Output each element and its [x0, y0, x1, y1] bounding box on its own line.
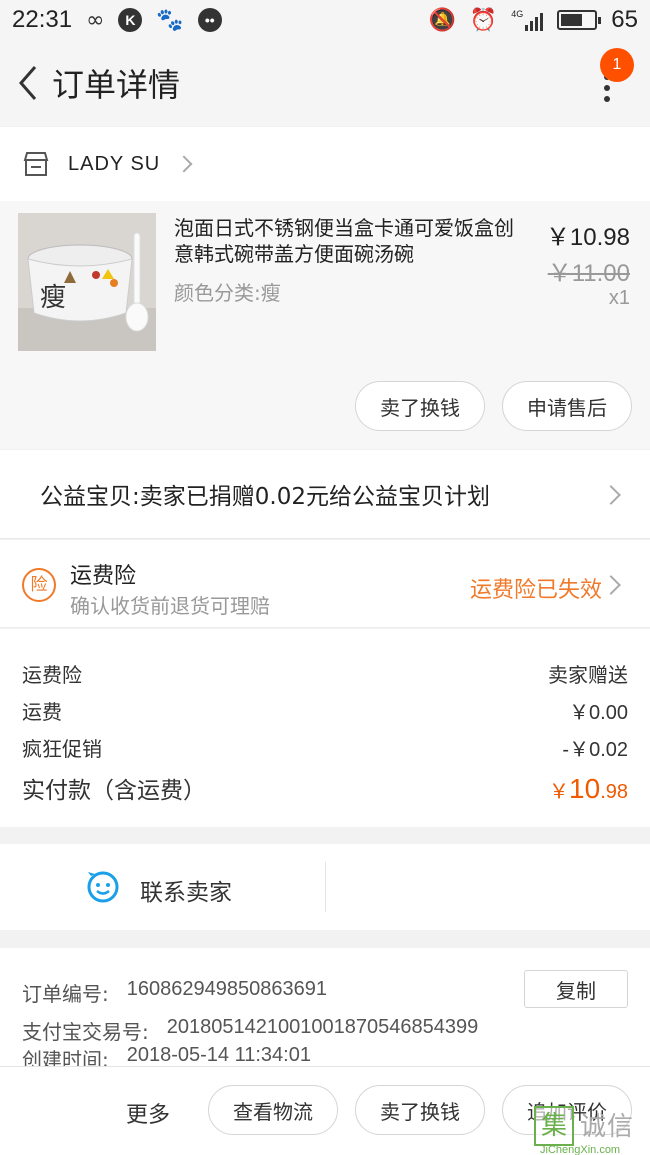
chat-app-icon: •• — [197, 8, 222, 32]
dot-icon — [604, 85, 610, 91]
shipping-insurance-row[interactable]: 险 运费险 确认收货前退货可理赔 运费险已失效 — [0, 540, 650, 628]
notification-badge: 1 — [600, 48, 634, 82]
chevron-left-icon — [19, 66, 37, 100]
page-title: 订单详情 — [52, 66, 181, 104]
shop-icon — [23, 152, 49, 176]
fee-value: ￥0.00 — [569, 702, 628, 724]
fee-label: 运费险 — [22, 663, 82, 687]
mute-bell-icon: 🔕 — [428, 7, 456, 33]
watermark-logo: 集 — [534, 1106, 574, 1146]
sell-button[interactable]: 卖了换钱 — [355, 1085, 485, 1135]
chevron-right-icon — [175, 155, 193, 173]
charity-row[interactable]: 公益宝贝:卖家已捐赠0.02元给公益宝贝计划 — [0, 450, 650, 539]
alipay-number-row: 支付宝交易号: 2018051421001001870546854399 — [22, 1016, 478, 1045]
contact-seller-button[interactable]: 联系卖家 — [140, 873, 232, 907]
order-number-row: 订单编号: 160862949850863691 — [22, 978, 327, 1007]
total-amount: ￥10.98 — [549, 773, 628, 805]
battery-icon — [557, 10, 602, 30]
fee-summary: 运费险 卖家赠送 运费 ￥0.00 疯狂促销 -￥0.02 实付款（含运费） ￥… — [0, 629, 650, 827]
order-number: 160862949850863691 — [126, 978, 327, 1000]
total-currency: ￥ — [549, 781, 570, 803]
paw-icon: 🐾 — [156, 7, 184, 33]
view-logistics-button[interactable]: 查看物流 — [208, 1085, 338, 1135]
insurance-subtitle: 确认收货前退货可理赔 — [70, 594, 270, 618]
insurance-title: 运费险 — [70, 564, 137, 589]
original-price: ￥11.00 — [547, 260, 630, 287]
total-decimal: .98 — [600, 781, 628, 803]
shop-name: LADY SU — [68, 152, 161, 175]
alipay-number: 2018051421001001870546854399 — [166, 1016, 479, 1038]
product-sku: 颜色分类:瘦 — [174, 281, 281, 305]
product-thumbnail[interactable]: 瘦 — [18, 213, 156, 351]
watermark-text: 诚信 — [580, 1112, 635, 1142]
divider — [325, 862, 326, 912]
thumbnail-char: 瘦 — [40, 283, 67, 313]
fee-row: 运费险 卖家赠送 — [22, 659, 628, 688]
fee-value: -￥0.02 — [562, 739, 628, 761]
alipay-number-label: 支付宝交易号: — [22, 1020, 149, 1044]
after-sale-button[interactable]: 申请售后 — [502, 381, 632, 431]
status-bar: 22:31 ∞ K 🐾 •• 🔕 ⏰ 4G 65 — [0, 0, 650, 40]
back-button[interactable] — [6, 61, 50, 105]
fee-row: 疯狂促销 -￥0.02 — [22, 733, 628, 762]
order-info: 订单编号: 160862949850863691 复制 支付宝交易号: 2018… — [0, 948, 650, 1072]
order-item[interactable]: 瘦 泡面日式不锈钢便当盒卡通可爱饭盒创意韩式碗带盖方便面碗汤碗 颜色分类:瘦 ￥… — [0, 201, 650, 449]
product-price: ￥10.98 — [545, 224, 630, 251]
fee-row: 运费 ￥0.00 — [22, 696, 628, 725]
alarm-icon: ⏰ — [469, 7, 498, 33]
dot-icon — [604, 96, 610, 102]
total-integer: 10 — [569, 773, 601, 804]
chat-bubble-icon[interactable] — [86, 870, 120, 904]
sell-button[interactable]: 卖了换钱 — [355, 381, 485, 431]
infinity-icon: ∞ — [86, 7, 105, 33]
battery-percent: 65 — [611, 6, 638, 33]
nav-bar: 订单详情 1 — [0, 40, 650, 126]
copy-button[interactable]: 复制 — [524, 970, 628, 1008]
watermark: 集 诚信 JiChengXin.com — [534, 1102, 644, 1155]
k-app-icon: K — [118, 8, 143, 32]
fee-label: 疯狂促销 — [22, 737, 102, 761]
insurance-status: 运费险已失效 — [469, 578, 602, 603]
signal-icon: 4G — [511, 9, 544, 31]
more-button[interactable]: 更多 — [126, 1097, 170, 1129]
shop-row[interactable]: LADY SU — [0, 127, 650, 201]
contact-row: 联系卖家 — [0, 844, 650, 930]
chevron-right-icon — [601, 485, 621, 505]
charity-text: 公益宝贝:卖家已捐赠0.02元给公益宝贝计划 — [40, 484, 490, 510]
chevron-right-icon — [601, 575, 621, 595]
fee-value: 卖家赠送 — [548, 663, 628, 687]
status-time: 22:31 — [12, 6, 73, 33]
product-title: 泡面日式不锈钢便当盒卡通可爱饭盒创意韩式碗带盖方便面碗汤碗 — [174, 216, 514, 266]
bowl-image — [18, 213, 156, 351]
fee-label: 运费 — [22, 700, 62, 724]
order-number-label: 订单编号: — [22, 982, 109, 1006]
total-label: 实付款（含运费） — [22, 778, 206, 804]
total-row: 实付款（含运费） ￥10.98 — [22, 771, 628, 805]
watermark-url: JiChengXin.com — [540, 1144, 621, 1155]
product-quantity: x1 — [608, 287, 630, 309]
insurance-icon: 险 — [22, 568, 56, 602]
